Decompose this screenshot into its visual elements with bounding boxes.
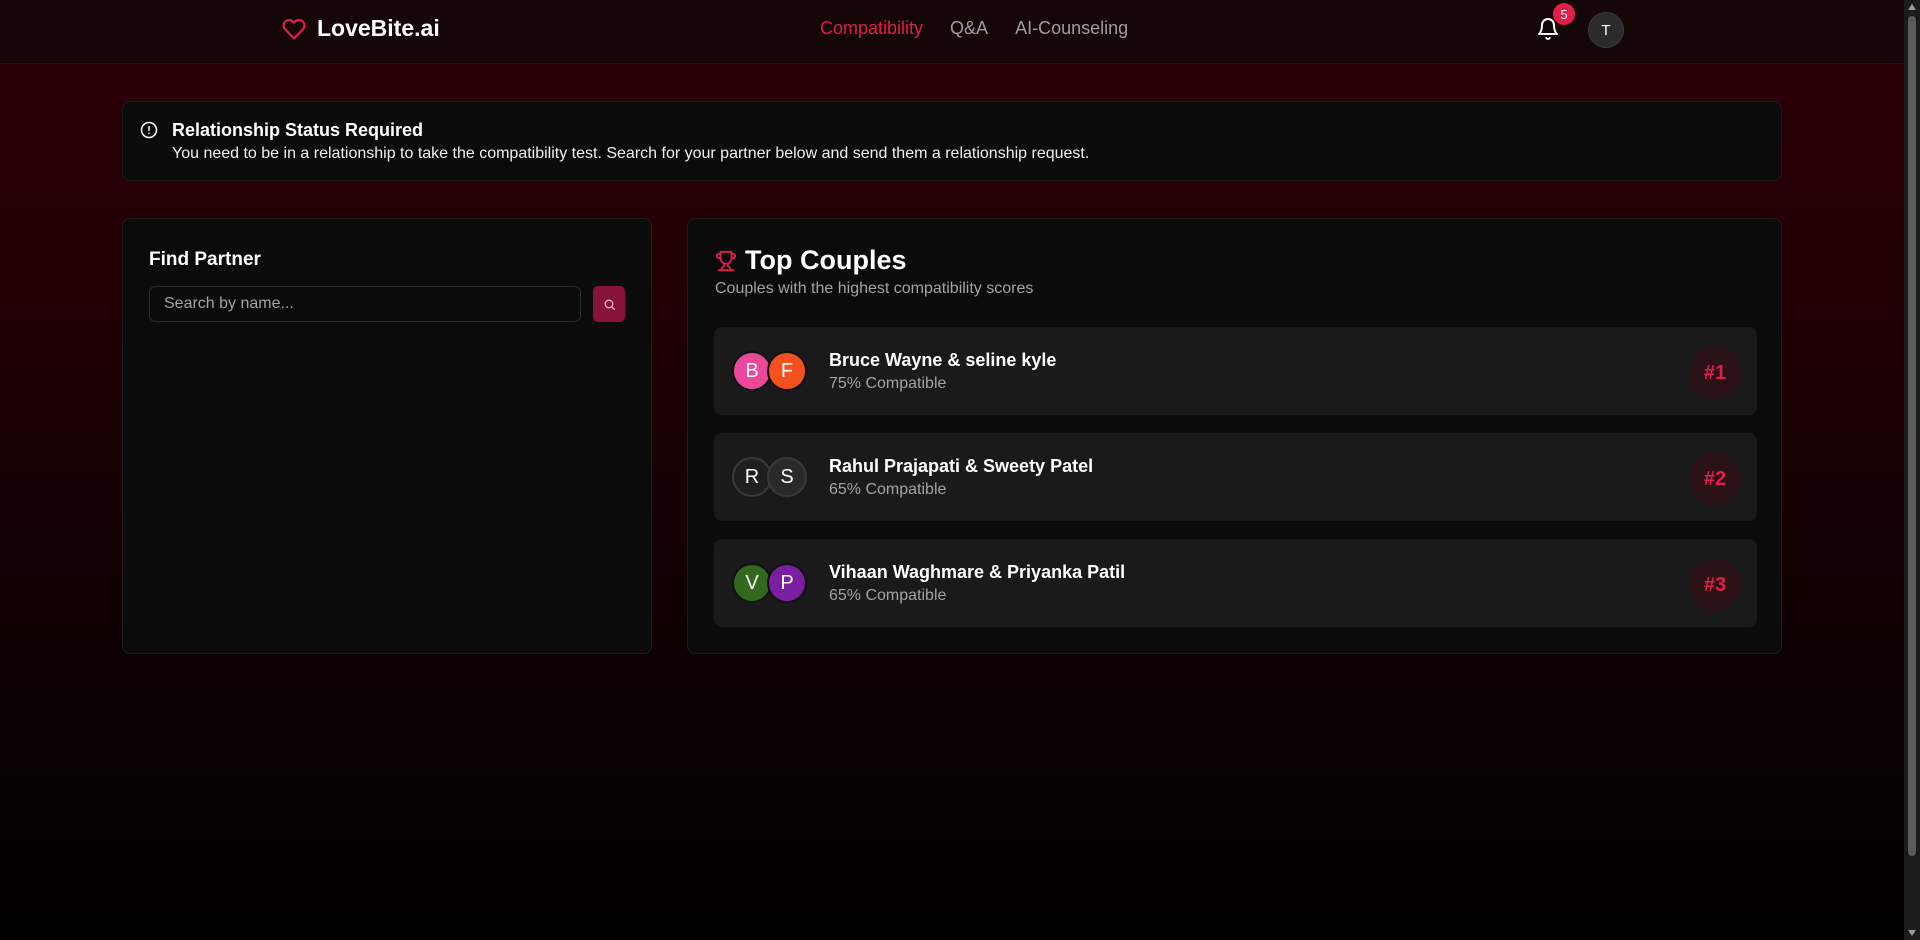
partner-avatar: B xyxy=(732,351,772,391)
couple-names: Bruce Wayne & seline kyle xyxy=(829,350,1057,370)
couple-row[interactable]: R S Rahul Prajapati & Sweety Patel 65% C… xyxy=(714,433,1757,521)
nav-qa[interactable]: Q&A xyxy=(950,18,988,39)
logo[interactable]: LoveBite.ai xyxy=(281,15,440,42)
couple-names: Rahul Prajapati & Sweety Patel xyxy=(829,456,1094,476)
compatibility-score: 65% Compatible xyxy=(829,587,947,604)
rank-badge: #2 xyxy=(1689,453,1741,505)
relationship-alert: Relationship Status Required You need to… xyxy=(122,101,1782,181)
rank-badge: #1 xyxy=(1689,347,1741,399)
partner-avatar: F xyxy=(767,351,807,391)
nav-ai-counseling[interactable]: AI-Counseling xyxy=(1015,18,1128,39)
top-couples-header: Top Couples xyxy=(715,245,907,276)
top-couples-subtitle: Couples with the highest compatibility s… xyxy=(715,280,1034,297)
couple-row[interactable]: B F Bruce Wayne & seline kyle 75% Compat… xyxy=(714,327,1757,415)
partner-avatar: S xyxy=(767,457,807,497)
main-nav: Compatibility Q&A AI-Counseling xyxy=(820,18,1128,39)
alert-title: Relationship Status Required xyxy=(172,120,424,140)
nav-compatibility[interactable]: Compatibility xyxy=(820,18,923,39)
scroll-up-arrow-icon[interactable] xyxy=(1908,4,1916,10)
couple-names: Vihaan Waghmare & Priyanka Patil xyxy=(829,562,1126,582)
scroll-thumb[interactable] xyxy=(1908,16,1916,856)
partner-avatar: V xyxy=(732,563,772,603)
top-navbar: LoveBite.ai Compatibility Q&A AI-Counsel… xyxy=(0,0,1904,64)
heart-icon xyxy=(282,18,306,39)
compatibility-score: 65% Compatible xyxy=(829,481,947,498)
compatibility-score: 75% Compatible xyxy=(829,375,947,392)
find-partner-title: Find Partner xyxy=(149,249,261,270)
top-couples-title: Top Couples xyxy=(745,245,907,275)
user-avatar[interactable]: T xyxy=(1588,12,1624,48)
page-scrollbar[interactable] xyxy=(1904,0,1920,940)
partner-avatar: P xyxy=(767,563,807,603)
logo-text: LoveBite.ai xyxy=(317,15,440,41)
rank-badge: #3 xyxy=(1689,559,1741,611)
top-couples-card: Top Couples Couples with the highest com… xyxy=(687,218,1782,654)
trophy-icon xyxy=(715,250,737,271)
alert-description: You need to be in a relationship to take… xyxy=(172,145,1090,162)
find-partner-card: Find Partner xyxy=(122,218,652,654)
search-icon xyxy=(604,299,615,310)
couple-row[interactable]: V P Vihaan Waghmare & Priyanka Patil 65%… xyxy=(714,539,1757,627)
scroll-down-arrow-icon[interactable] xyxy=(1908,930,1916,936)
notification-badge: 5 xyxy=(1553,3,1575,25)
search-button[interactable] xyxy=(593,286,625,322)
partner-search-input[interactable] xyxy=(149,286,581,322)
alert-circle-icon xyxy=(140,121,158,139)
partner-avatar: R xyxy=(732,457,772,497)
